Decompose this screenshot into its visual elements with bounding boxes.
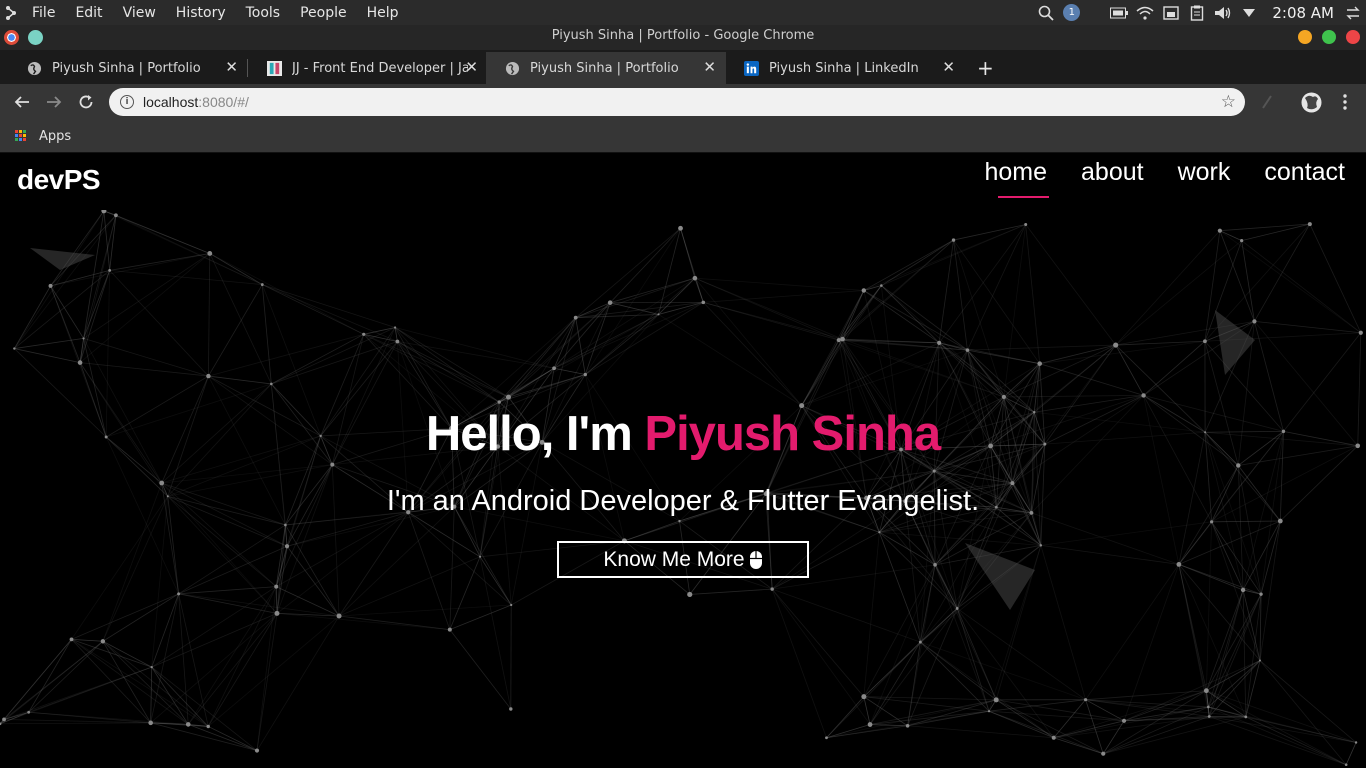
minimize-button[interactable]: [1298, 30, 1312, 44]
menu-tools[interactable]: Tools: [246, 5, 281, 21]
battery-icon[interactable]: [1110, 5, 1129, 21]
close-icon[interactable]: ✕: [703, 58, 716, 76]
hero-greeting: Hello, I'm: [425, 407, 645, 461]
nav-contact[interactable]: contact: [1264, 158, 1345, 187]
new-tab-icon[interactable]: +: [977, 56, 994, 80]
hero-section: Hello, I'm Piyush Sinha I'm an Android D…: [0, 210, 1366, 768]
clock[interactable]: 2:08 AM: [1272, 4, 1334, 22]
forward-arrow-icon[interactable]: [44, 92, 64, 112]
apps-shortcut[interactable]: Apps: [39, 129, 71, 144]
kde-logo-icon[interactable]: [0, 0, 22, 25]
globe-icon: [504, 60, 520, 76]
menu-edit[interactable]: Edit: [75, 5, 102, 21]
menu-view[interactable]: View: [123, 5, 156, 21]
tab-title: JJ - Front End Developer | Java: [292, 60, 468, 76]
close-window-button[interactable]: [1346, 30, 1360, 44]
tab-title: Piyush Sinha | Portfolio: [52, 60, 201, 76]
clipboard-icon[interactable]: [1188, 5, 1206, 21]
menu-file[interactable]: File: [32, 5, 55, 21]
volume-icon[interactable]: [1214, 5, 1232, 21]
menu-help[interactable]: Help: [367, 5, 399, 21]
bookmarks-bar: Apps: [0, 120, 1366, 153]
hero-subtitle: I'm an Android Developer & Flutter Evang…: [386, 485, 980, 517]
tab-portfolio-active[interactable]: Piyush Sinha | Portfolio ✕: [486, 52, 726, 84]
search-icon[interactable]: [1037, 5, 1055, 21]
site-logo[interactable]: devPS: [17, 164, 101, 196]
url-host: localhost: [143, 94, 199, 110]
close-icon[interactable]: ✕: [465, 58, 478, 76]
system-tray: 1 2:08 AM: [1037, 0, 1366, 25]
os-menu-bar: File Edit View History Tools People Help…: [0, 0, 1366, 25]
close-icon[interactable]: ✕: [225, 58, 238, 76]
os-menu: File Edit View History Tools People Help: [32, 5, 419, 21]
hero-name: Piyush Sinha: [644, 407, 941, 461]
globe-icon: [26, 60, 42, 76]
url-text: localhost:8080/#/: [143, 94, 249, 110]
know-me-more-label: Know Me More: [603, 547, 745, 571]
tab-portfolio-1[interactable]: Piyush Sinha | Portfolio ✕: [8, 52, 248, 84]
tab-title: Piyush Sinha | LinkedIn: [769, 60, 919, 76]
profile-avatar-icon[interactable]: [1301, 92, 1322, 113]
window-title: Piyush Sinha | Portfolio - Google Chrome: [551, 28, 815, 43]
display-icon[interactable]: [1162, 5, 1180, 21]
extension-icon[interactable]: [1259, 92, 1279, 112]
nav-home[interactable]: home: [984, 158, 1049, 198]
browser-toolbar: i localhost:8080/#/ ☆: [0, 84, 1366, 120]
menu-people[interactable]: People: [300, 5, 347, 21]
notification-badge[interactable]: 1: [1063, 4, 1081, 21]
hero-heading: Hello, I'm Piyush Sinha: [0, 406, 1366, 462]
kebab-menu-icon[interactable]: [1335, 92, 1355, 112]
reload-icon[interactable]: [76, 92, 96, 112]
wifi-icon[interactable]: [1136, 5, 1154, 21]
nav-work[interactable]: work: [1178, 158, 1231, 187]
maximize-button[interactable]: [1322, 30, 1336, 44]
url-path: :8080/#/: [198, 94, 249, 110]
address-bar[interactable]: i localhost:8080/#/ ☆: [109, 88, 1245, 116]
tab-strip: Piyush Sinha | Portfolio ✕ JJ - Front En…: [0, 50, 1366, 84]
menu-history[interactable]: History: [176, 5, 226, 21]
bookmark-star-icon[interactable]: ☆: [1221, 92, 1236, 112]
mouse-icon: [749, 550, 763, 570]
linkedin-icon: [743, 60, 759, 76]
tab-title: Piyush Sinha | Portfolio: [530, 60, 679, 76]
tab-linkedin[interactable]: Piyush Sinha | LinkedIn ✕: [725, 52, 965, 84]
jj-favicon-icon: [266, 60, 282, 76]
window-title-bar: Piyush Sinha | Portfolio - Google Chrome: [0, 25, 1366, 50]
web-page: devPS home about work contact Hello, I'm…: [0, 154, 1366, 768]
switch-icon[interactable]: [1344, 5, 1362, 21]
site-navbar: devPS home about work contact: [0, 154, 1366, 210]
apps-grid-icon[interactable]: [15, 130, 27, 142]
know-me-more-button[interactable]: Know Me More: [557, 541, 809, 578]
info-icon[interactable]: i: [120, 95, 134, 109]
tab-front-end-developer[interactable]: JJ - Front End Developer | Java ✕: [248, 52, 488, 84]
site-nav-links: home about work contact: [950, 158, 1345, 198]
nav-about[interactable]: about: [1081, 158, 1144, 187]
tray-expand-icon[interactable]: [1240, 5, 1258, 21]
back-arrow-icon[interactable]: [12, 92, 32, 112]
close-icon[interactable]: ✕: [942, 58, 955, 76]
